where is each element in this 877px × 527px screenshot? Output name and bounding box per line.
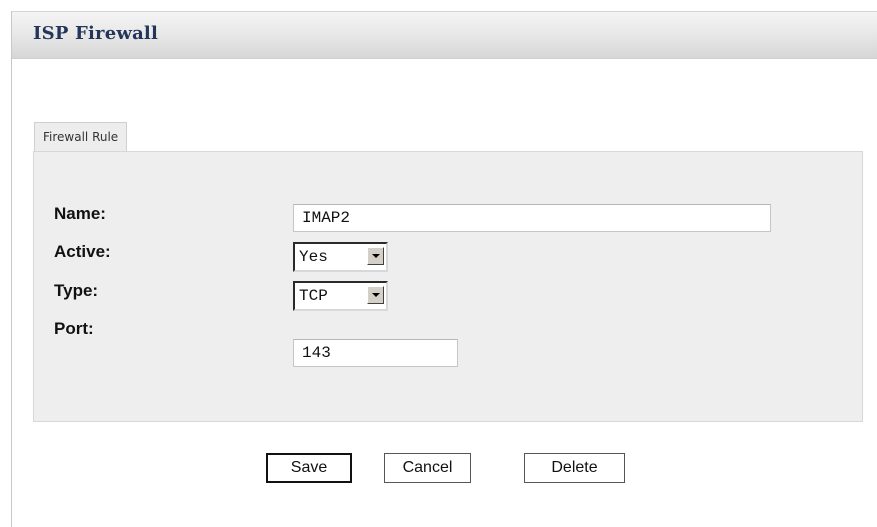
port-field[interactable]: 143 <box>293 339 458 367</box>
panel-header: ISP Firewall <box>12 12 877 59</box>
chevron-down-icon <box>372 293 380 297</box>
tab-firewall-rule[interactable]: Firewall Rule <box>34 122 128 151</box>
page: ISP Firewall Firewall Rule Name: IMAP2 A… <box>0 0 877 527</box>
type-select-value: TCP <box>299 287 328 305</box>
type-select[interactable]: TCP <box>293 281 388 311</box>
isp-firewall-panel: ISP Firewall Firewall Rule Name: IMAP2 A… <box>11 11 877 527</box>
firewall-rule-form: Name: IMAP2 Active: Yes Type: TCP Port: … <box>33 151 863 422</box>
active-select[interactable]: Yes <box>293 242 388 272</box>
delete-button[interactable]: Delete <box>524 453 625 483</box>
active-select-value: Yes <box>299 248 328 266</box>
type-dropdown-button[interactable] <box>367 286 384 304</box>
cancel-button[interactable]: Cancel <box>384 453 471 483</box>
chevron-down-icon <box>372 254 380 258</box>
type-label: Type: <box>54 281 99 300</box>
name-label: Name: <box>54 204 106 223</box>
active-label: Active: <box>54 242 111 261</box>
active-dropdown-button[interactable] <box>367 247 384 265</box>
name-field[interactable]: IMAP2 <box>293 204 771 232</box>
save-button[interactable]: Save <box>266 453 352 483</box>
port-label: Port: <box>54 319 94 338</box>
page-title: ISP Firewall <box>33 23 159 44</box>
